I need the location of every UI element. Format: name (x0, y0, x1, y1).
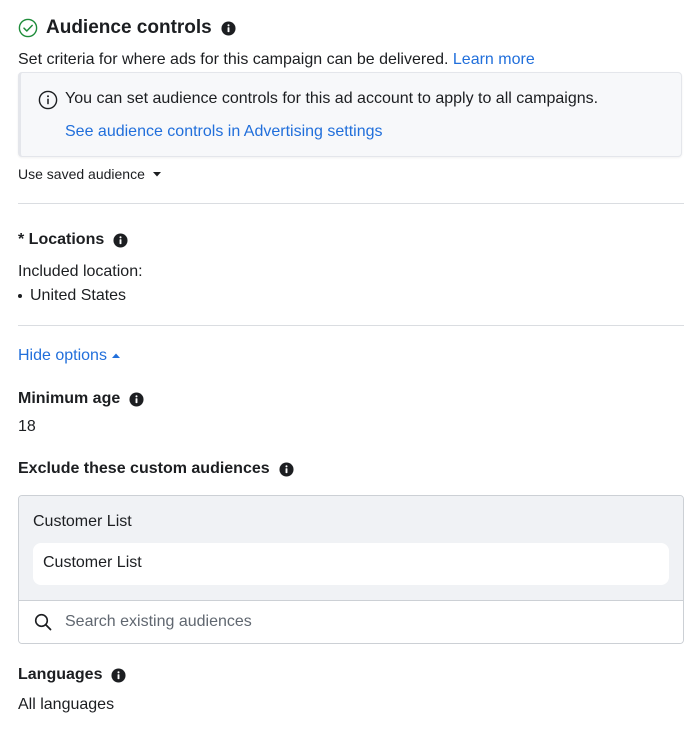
learn-more-link[interactable]: Learn more (453, 51, 535, 68)
advertising-settings-link[interactable]: See audience controls in Advertising set… (65, 123, 383, 141)
minimum-age-title-text: Minimum age (18, 390, 121, 407)
info-icon[interactable] (221, 20, 236, 36)
subtitle-text: Set criteria for where ads for this camp… (18, 51, 449, 68)
account-controls-notice: You can set audience controls for this a… (18, 72, 682, 157)
info-icon[interactable] (279, 461, 294, 477)
search-audiences-input[interactable] (65, 610, 655, 634)
info-icon[interactable] (129, 391, 144, 407)
caret-down-icon (152, 172, 161, 177)
exclude-audiences-panel: Customer List Customer List (18, 495, 684, 644)
caret-up-icon (111, 353, 120, 358)
minimum-age-title: Minimum age (18, 390, 144, 408)
languages-value: All languages (18, 696, 115, 713)
minimum-age-value: 18 (18, 418, 36, 435)
locations-title-text: * Locations (18, 231, 105, 248)
saved-audience-label: Use saved audience (18, 166, 145, 182)
hide-options-toggle[interactable]: Hide options (18, 347, 121, 365)
info-icon[interactable] (111, 667, 126, 683)
selected-audience-chip[interactable]: Customer List (33, 543, 669, 585)
section-header: Audience controls (18, 16, 236, 40)
languages-title-text: Languages (18, 666, 103, 683)
bullet (18, 294, 22, 298)
exclude-audiences-title: Exclude these custom audiences (18, 460, 294, 478)
exclude-audiences-title-text: Exclude these custom audiences (18, 460, 270, 477)
divider (18, 325, 684, 326)
section-title: Audience controls (46, 17, 212, 38)
location-item: United States (6, 287, 126, 305)
search-icon (34, 613, 52, 631)
languages-title: Languages (18, 666, 126, 684)
selected-audience-name: Customer List (43, 554, 142, 571)
included-location-label: Included location: (18, 263, 143, 280)
selected-audiences-group: Customer List Customer List (19, 496, 683, 601)
section-subtitle: Set criteria for where ads for this camp… (18, 51, 535, 69)
use-saved-audience-dropdown[interactable]: Use saved audience (18, 166, 162, 182)
info-outline-icon (38, 90, 58, 110)
check-circle-icon (18, 18, 38, 38)
audience-search-field[interactable] (19, 601, 683, 643)
hide-options-label: Hide options (18, 347, 107, 364)
info-icon[interactable] (113, 232, 128, 248)
locations-title: * Locations (18, 231, 128, 249)
notice-text: You can set audience controls for this a… (65, 90, 599, 107)
location-name: United States (30, 287, 127, 304)
audience-group-label: Customer List (33, 513, 132, 530)
divider (18, 203, 684, 204)
